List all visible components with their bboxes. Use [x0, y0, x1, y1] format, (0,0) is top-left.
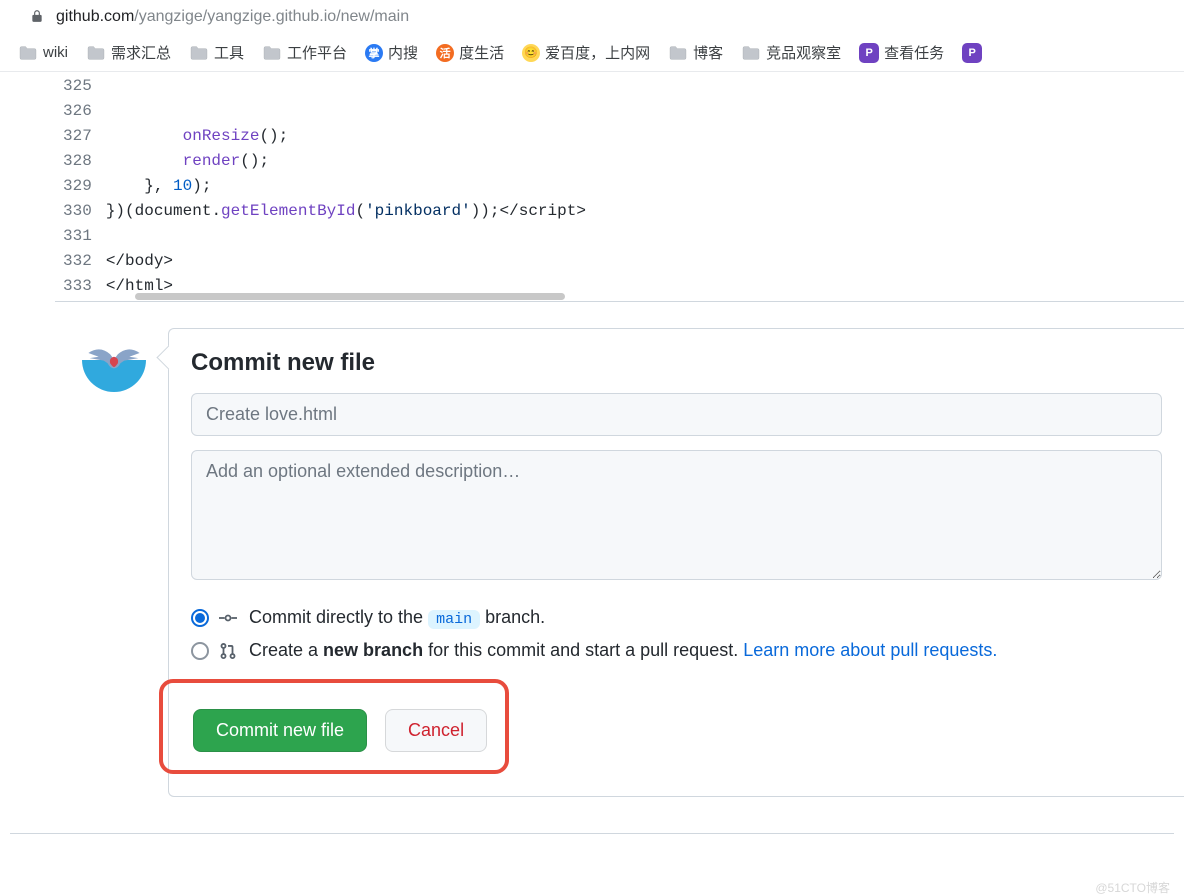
option-new-branch[interactable]: Create a new branch for this commit and … — [191, 634, 1162, 667]
horizontal-scrollbar[interactable] — [135, 293, 565, 300]
code-content: onResize(); render(); }, 10);})(document… — [106, 72, 586, 301]
footer-separator — [10, 833, 1174, 873]
bookmarks-bar: wiki 需求汇总工具工作平台掌内搜活度生活 😊爱百度，上内网博客竞品观察室 P查看任… — [0, 34, 1184, 72]
lock-icon — [30, 9, 44, 26]
highlight-annotation: Commit new file Cancel — [159, 679, 509, 774]
bookmark-item[interactable]: 工具 — [189, 42, 244, 63]
commit-section: Commit new file Commit directly to the m… — [82, 328, 1184, 797]
bookmark-item[interactable]: wiki — [18, 44, 68, 61]
option-branch-text: Create a new branch for this commit and … — [249, 640, 997, 661]
user-avatar[interactable] — [82, 328, 146, 392]
bookmark-item[interactable]: 竞品观察室 — [741, 42, 841, 63]
favicon-icon: 😊 — [522, 44, 540, 62]
option-commit-direct[interactable]: Commit directly to the main branch. — [191, 601, 1162, 634]
bookmark-item[interactable]: P查看任务 — [859, 42, 944, 63]
radio-selected-icon — [191, 609, 209, 627]
favicon-icon: P — [962, 43, 982, 63]
code-editor[interactable]: 325326327328329330331332333 onResize(); … — [55, 72, 1184, 302]
favicon-icon: 掌 — [365, 44, 383, 62]
bookmark-item[interactable]: 掌内搜 — [365, 42, 418, 63]
commit-heading: Commit new file — [191, 349, 1162, 377]
git-commit-icon — [219, 609, 239, 627]
favicon-icon: 活 — [436, 44, 454, 62]
option-direct-text: Commit directly to the main branch. — [249, 607, 545, 628]
bookmark-item[interactable]: P — [962, 43, 982, 63]
line-number-gutter: 325326327328329330331332333 — [55, 72, 106, 301]
bookmark-item[interactable]: 😊爱百度，上内网 — [522, 42, 650, 63]
branch-chip: main — [428, 610, 480, 629]
commit-form: Commit new file Commit directly to the m… — [168, 328, 1184, 797]
url-text: github.com/yangzige/yangzige.github.io/n… — [56, 8, 409, 26]
git-pull-request-icon — [219, 642, 239, 660]
bookmark-item[interactable]: 博客 — [668, 42, 723, 63]
commit-options: Commit directly to the main branch. Crea… — [191, 601, 1162, 667]
commit-summary-input[interactable] — [191, 393, 1162, 436]
url-bar[interactable]: github.com/yangzige/yangzige.github.io/n… — [0, 0, 1184, 34]
learn-more-link[interactable]: Learn more about pull requests. — [743, 640, 997, 660]
bookmark-item[interactable]: 需求汇总 — [86, 42, 171, 63]
bookmark-item[interactable]: 活度生活 — [436, 42, 504, 63]
radio-unselected-icon — [191, 642, 209, 660]
watermark: @51CTO博客 — [0, 873, 1184, 896]
cancel-button[interactable]: Cancel — [385, 709, 487, 752]
commit-button[interactable]: Commit new file — [193, 709, 367, 752]
commit-description-input[interactable] — [191, 450, 1162, 580]
favicon-icon: P — [859, 43, 879, 63]
bookmark-item[interactable]: 工作平台 — [262, 42, 347, 63]
